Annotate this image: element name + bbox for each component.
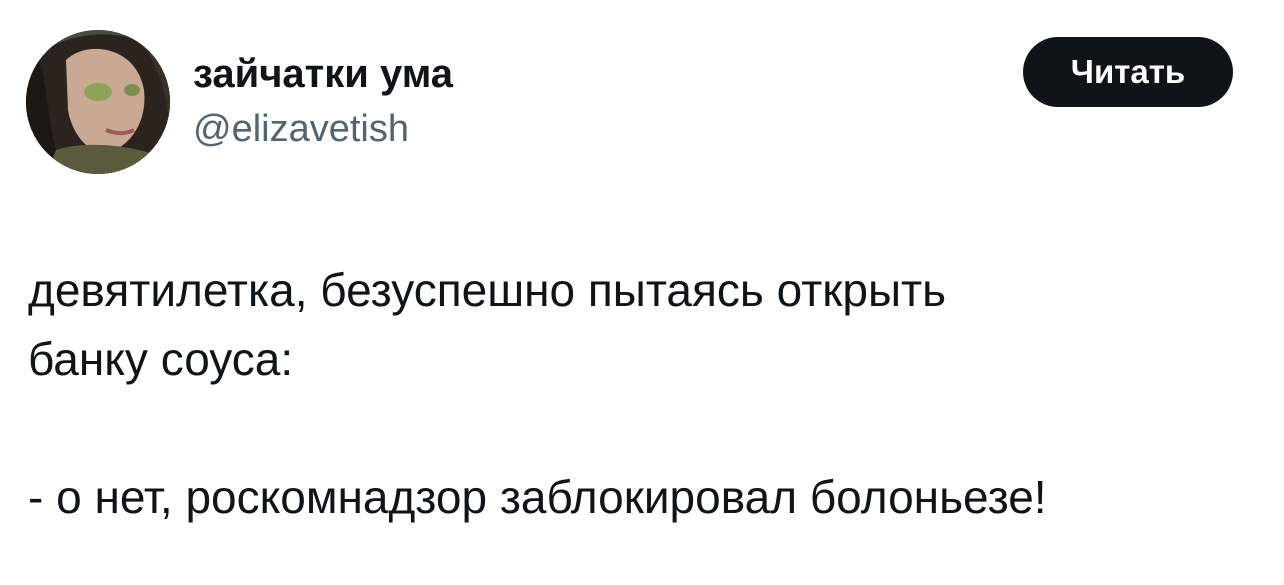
avatar[interactable] [26,30,170,174]
tweet-text: девятилетка, безуспешно пытаясь открыть … [28,256,1268,532]
tweet-line: девятилетка, безуспешно пытаясь открыть [28,264,947,316]
tweet-line: банку соуса: [28,333,294,385]
display-name[interactable]: зайчатки ума [193,50,453,98]
follow-button[interactable]: Читать [1023,37,1233,107]
avatar-photo [26,30,170,174]
tweet-line: - о нет, роскомнадзор заблокировал болон… [28,471,1047,523]
user-handle[interactable]: @elizavetish [193,106,409,152]
